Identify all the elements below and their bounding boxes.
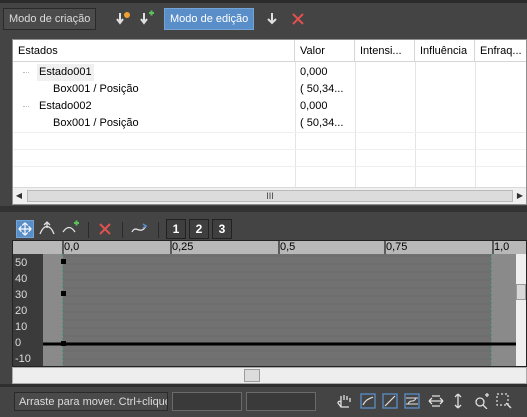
- y-axis-label: -10: [15, 353, 31, 365]
- value-field[interactable]: [246, 392, 316, 411]
- zoom-value-extents-icon[interactable]: [404, 393, 420, 409]
- curve-canvas[interactable]: [13, 254, 518, 367]
- create-mode-button[interactable]: Modo de criação: [3, 8, 97, 30]
- table-row[interactable]: Box001 / Posição ( 50,34...: [13, 81, 526, 98]
- zoom-icon[interactable]: [474, 393, 490, 409]
- move-down-icon[interactable]: [263, 10, 281, 28]
- states-table: Estados Valor Intensi... Influência Enfr…: [12, 39, 527, 205]
- preset-3-button[interactable]: 3: [212, 219, 232, 239]
- status-bar: Arraste para mover. Ctrl+clique: [0, 384, 527, 417]
- state-name: Estado002: [39, 100, 92, 112]
- state-toolbar: Modo de criação Modo de edição: [0, 0, 527, 37]
- graph-vertical-scrollbar[interactable]: [516, 254, 526, 366]
- zoom-vertical-icon[interactable]: [450, 393, 466, 409]
- curve-graph[interactable]: 0,0 0,25 0,5 0,75 1,0 50 40 30 20 10 0 -…: [12, 240, 527, 367]
- state-name: Estado001: [37, 64, 94, 81]
- y-axis-label: 20: [15, 305, 28, 317]
- table-row[interactable]: Estado001 0,000: [13, 64, 526, 81]
- curve-key: [61, 259, 66, 264]
- y-axis-label: 40: [15, 273, 28, 285]
- zoom-extents-icon[interactable]: [360, 393, 376, 409]
- preset-1-button[interactable]: 1: [166, 219, 186, 239]
- column-header-value[interactable]: Valor: [295, 40, 355, 62]
- table-row[interactable]: Estado002 0,000: [13, 98, 526, 115]
- target-name: Box001 / Posição: [53, 117, 139, 129]
- zoom-horizontal-extents-icon[interactable]: [382, 393, 398, 409]
- target-value: ( 50,34...: [300, 117, 344, 129]
- graph-vertical-thumb[interactable]: [516, 284, 526, 300]
- column-header-influence[interactable]: Influência: [415, 40, 475, 62]
- add-target-icon[interactable]: [137, 10, 155, 28]
- table-scroll-thumb[interactable]: III: [27, 190, 513, 202]
- add-key-icon[interactable]: [62, 220, 80, 238]
- status-hint: Arraste para mover. Ctrl+clique: [14, 392, 168, 411]
- column-header-intensity[interactable]: Intensi...: [355, 40, 415, 62]
- state-value: 0,000: [300, 100, 328, 112]
- column-header-falloff[interactable]: Enfraq...: [475, 40, 526, 62]
- delete-icon[interactable]: [289, 10, 307, 28]
- pan-hand-icon[interactable]: [336, 393, 352, 409]
- graph-horizontal-thumb[interactable]: [244, 369, 260, 382]
- ruler-ticks: [62, 241, 494, 254]
- curve-key: [61, 291, 66, 296]
- table-header: Estados Valor Intensi... Influência Enfr…: [13, 40, 526, 62]
- move-keys-icon[interactable]: [16, 220, 34, 238]
- curve-key: [61, 341, 66, 346]
- frame-field[interactable]: [172, 392, 242, 411]
- y-axis-label: 0: [15, 337, 22, 349]
- graph-horizontal-scrollbar[interactable]: [12, 367, 527, 384]
- zoom-horizontal-icon[interactable]: [428, 393, 444, 409]
- delete-key-icon[interactable]: [96, 220, 114, 238]
- preset-2-button[interactable]: 2: [189, 219, 209, 239]
- column-header-states[interactable]: Estados: [13, 40, 295, 62]
- add-state-icon[interactable]: [114, 10, 132, 28]
- time-ruler[interactable]: 0,0 0,25 0,5 0,75 1,0: [13, 241, 526, 254]
- zoom-region-icon[interactable]: [496, 393, 512, 409]
- target-name: Box001 / Posição: [53, 83, 139, 95]
- curve-mode-icon[interactable]: [130, 220, 148, 238]
- table-row[interactable]: Box001 / Posição ( 50,34...: [13, 115, 526, 132]
- y-axis-label: 10: [15, 321, 28, 333]
- edit-mode-button[interactable]: Modo de edição: [164, 8, 255, 30]
- target-value: ( 50,34...: [300, 83, 344, 95]
- y-axis-label: 30: [15, 289, 28, 301]
- state-value: 0,000: [300, 66, 328, 78]
- y-axis-label: 50: [15, 257, 28, 269]
- scale-keys-icon[interactable]: [38, 220, 56, 238]
- curve-toolbar: 1 2 3: [0, 206, 527, 240]
- table-horizontal-scrollbar[interactable]: ◀ III ▶: [13, 187, 526, 204]
